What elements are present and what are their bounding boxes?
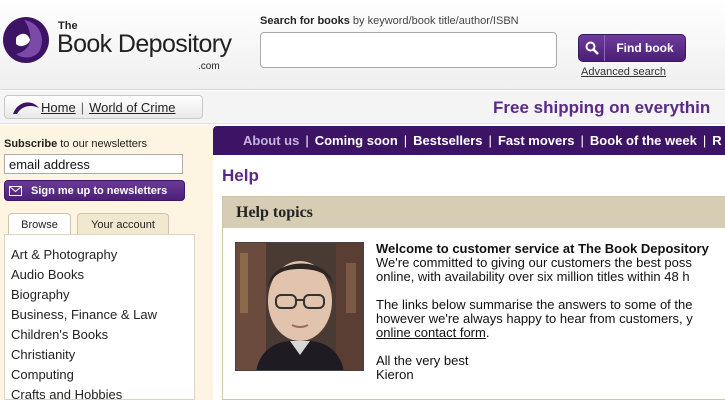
category-list-box: Art & Photography Audio Books Biography … — [4, 234, 195, 400]
contact-period: . — [485, 325, 490, 340]
breadcrumb-current-link[interactable]: World of Crime — [89, 100, 175, 115]
logo-com-text: .com — [198, 61, 220, 72]
envelope-icon — [5, 185, 25, 196]
breadcrumb: Home | World of Crime — [4, 95, 203, 119]
search-label-rest: by keyword/book title/author/ISBN — [349, 15, 519, 27]
sidebar-tabs: Browse Your account — [8, 213, 175, 236]
book-depository-logo-icon — [3, 17, 49, 63]
search-input[interactable] — [260, 32, 557, 68]
magnifier-icon — [579, 35, 605, 61]
signoff-text: All the very best — [376, 353, 469, 368]
find-book-button[interactable]: Find book — [578, 34, 686, 62]
subscribe-label-bold: Subscribe — [4, 138, 58, 150]
search-label-bold: Search for books — [260, 15, 350, 27]
subscribe-label-rest: to our newsletters — [57, 138, 148, 150]
portrait-illustration — [236, 243, 363, 370]
help-topics-panel: Help topics Welcome to customer service … — [222, 196, 725, 400]
site-logo[interactable]: The Book Depository .com — [2, 10, 242, 72]
advanced-search-link[interactable]: Advanced search — [581, 66, 666, 78]
welcome-text: Welcome to customer service at The Book … — [376, 242, 725, 396]
main-nav-bar: About us | Coming soon | Bestsellers | F… — [213, 126, 725, 155]
category-item-computing[interactable]: Computing — [11, 365, 194, 385]
category-item-christianity[interactable]: Christianity — [11, 345, 194, 365]
category-list: Art & Photography Audio Books Biography … — [5, 235, 194, 400]
nav-separator: | — [488, 133, 492, 148]
welcome-para1-line1: We're committed to giving our customers … — [376, 255, 692, 270]
nav-coming-soon[interactable]: Coming soon — [315, 133, 398, 148]
tab-your-account[interactable]: Your account — [77, 213, 169, 235]
find-book-label: Find book — [616, 41, 674, 55]
online-contact-form-link[interactable]: online contact form — [376, 325, 486, 340]
tab-browse[interactable]: Browse — [8, 213, 71, 236]
nav-truncated-item[interactable]: R — [712, 133, 721, 148]
logo-name-text: Book Depository — [57, 30, 232, 58]
nav-separator: | — [580, 133, 584, 148]
category-item-business-finance-law[interactable]: Business, Finance & Law — [11, 305, 194, 325]
site-header: The Book Depository .com Search for book… — [0, 0, 725, 90]
nav-book-of-the-week[interactable]: Book of the week — [590, 133, 697, 148]
nav-separator: | — [403, 133, 408, 148]
nav-separator: | — [702, 133, 707, 148]
search-label: Search for books by keyword/book title/a… — [260, 15, 519, 27]
page-title: Help — [222, 166, 259, 185]
subscribe-label: Subscribe to our newsletters — [4, 138, 147, 150]
breadcrumb-separator: | — [80, 99, 85, 115]
welcome-para2-line2: however we're always happy to hear from … — [376, 311, 693, 326]
logo-swoosh-icon — [13, 102, 39, 114]
panel-title: Help topics — [223, 197, 725, 228]
welcome-para1-line2: online, with availability over six milli… — [376, 269, 690, 284]
welcome-heading: Welcome to customer service at The Book … — [376, 241, 709, 256]
left-sidebar: Subscribe to our newsletters Sign me up … — [0, 125, 213, 400]
category-item-childrens-books[interactable]: Children's Books — [11, 325, 194, 345]
newsletter-signup-label: Sign me up to newsletters — [31, 184, 168, 197]
newsletter-signup-button[interactable]: Sign me up to newsletters — [4, 180, 185, 201]
staff-portrait-image — [235, 242, 364, 371]
signature-text: Kieron — [376, 367, 414, 382]
nav-about-us[interactable]: About us — [243, 133, 299, 148]
newsletter-email-input[interactable] — [4, 154, 183, 174]
breadcrumb-home-link[interactable]: Home — [41, 100, 76, 115]
nav-separator: | — [305, 133, 309, 148]
free-shipping-banner[interactable]: Free shipping on everythin — [493, 98, 710, 118]
nav-bestsellers[interactable]: Bestsellers — [413, 133, 482, 148]
category-item-crafts-hobbies[interactable]: Crafts and Hobbies — [11, 385, 194, 400]
category-item-audio-books[interactable]: Audio Books — [11, 265, 194, 285]
category-item-art-photography[interactable]: Art & Photography — [11, 245, 194, 265]
category-item-biography[interactable]: Biography — [11, 285, 194, 305]
welcome-para2-line1: The links below summarise the answers to… — [376, 297, 693, 312]
nav-fast-movers[interactable]: Fast movers — [498, 133, 575, 148]
